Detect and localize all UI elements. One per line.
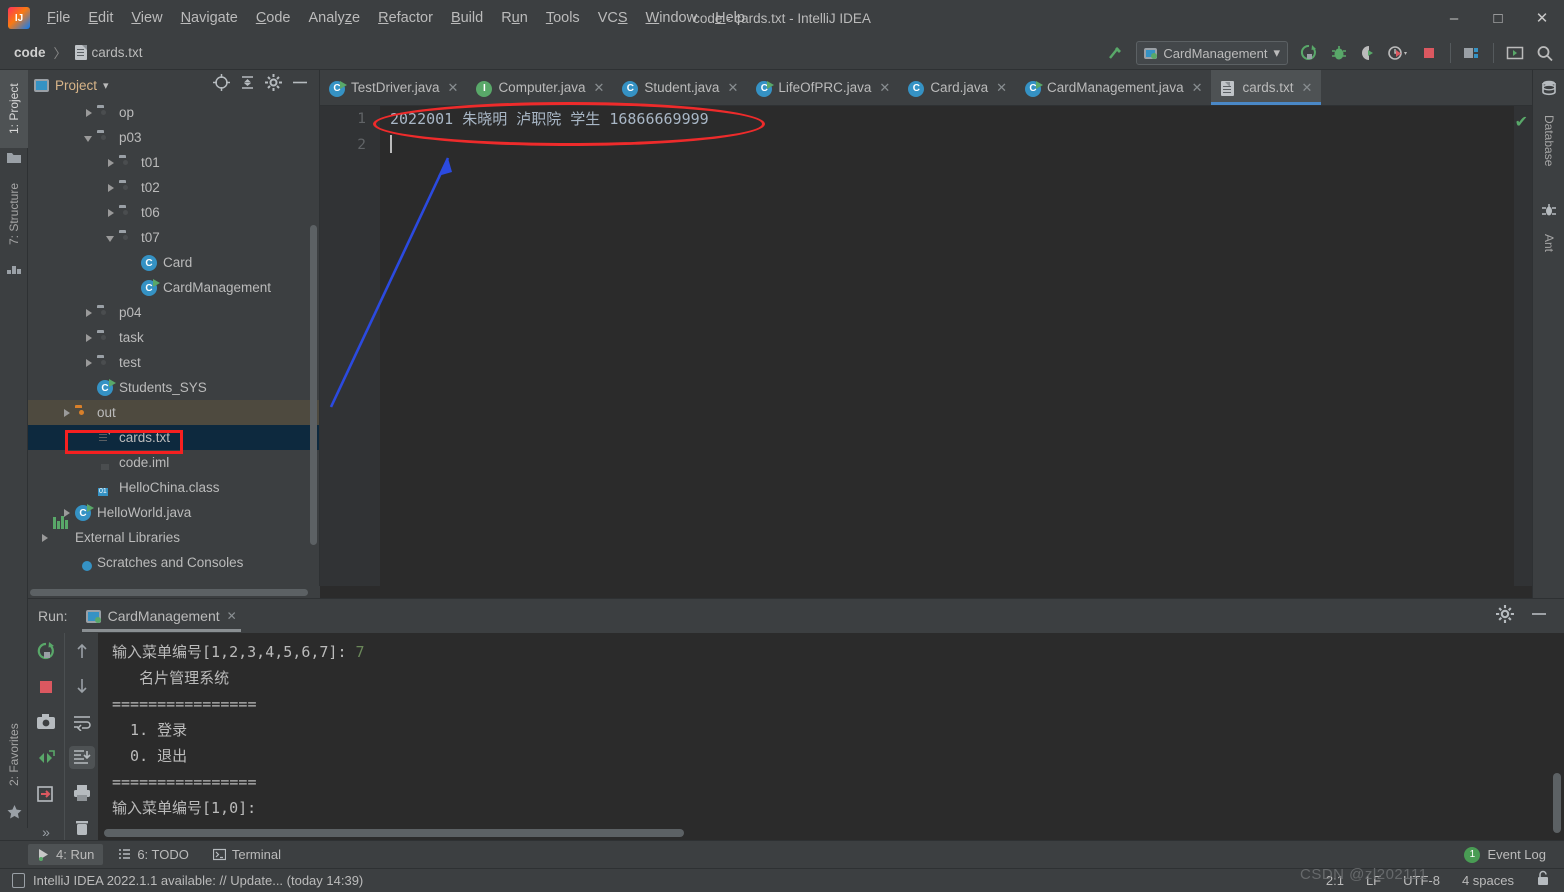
intellij-idea-window: File Edit View Navigate Code Analyze Ref… <box>0 0 1564 892</box>
annotation-arrow <box>329 157 452 408</box>
